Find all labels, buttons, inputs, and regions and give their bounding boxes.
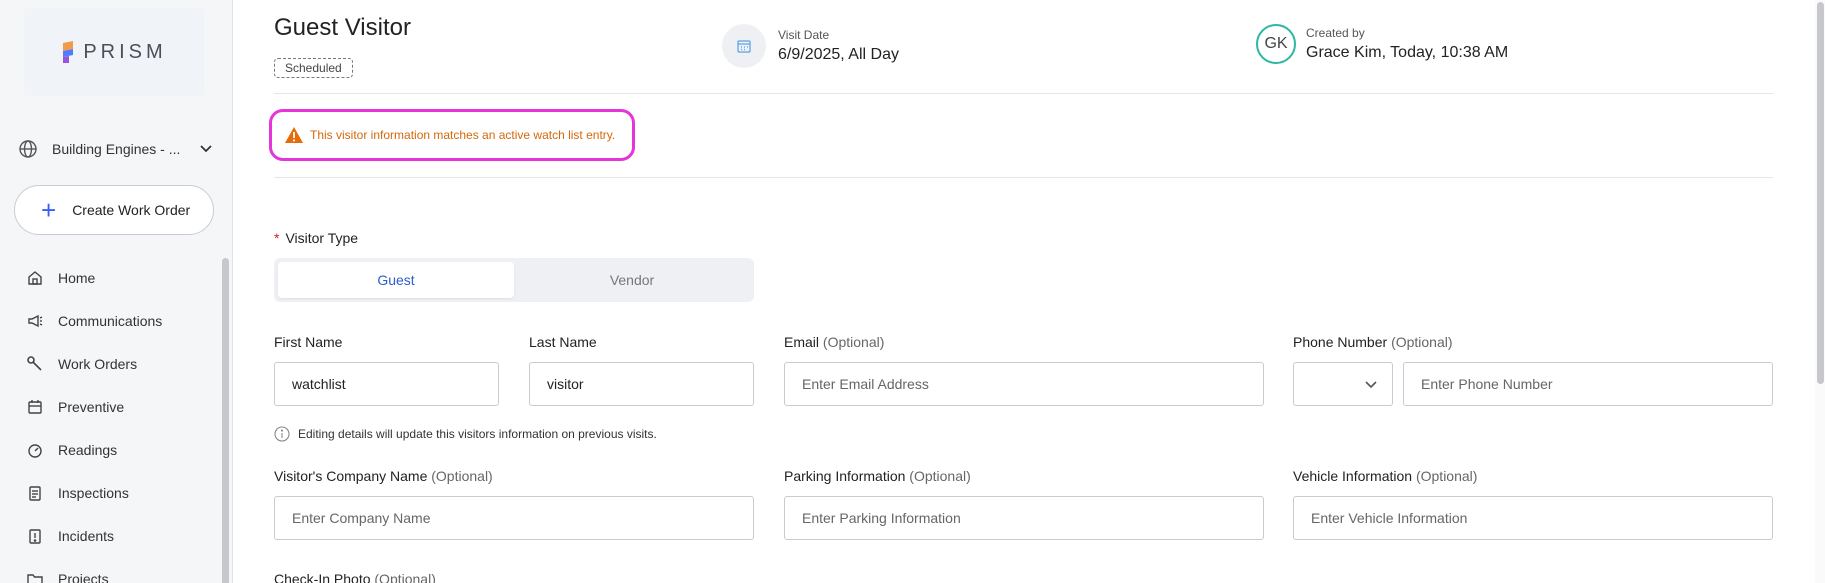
edit-hint: Editing details will update this visitor… (274, 426, 657, 442)
sidebar-scrollbar-thumb[interactable] (222, 258, 229, 583)
sidebar: PRISM Building Engines - ... + Create Wo… (0, 0, 233, 583)
header-divider (274, 93, 1773, 94)
phone-label: Phone Number (Optional) (1293, 334, 1453, 350)
globe-icon (19, 140, 37, 158)
parking-label: Parking Information (Optional) (784, 468, 971, 484)
created-by-text: Created by Grace Kim, Today, 10:38 AM (1306, 26, 1508, 62)
wrench-icon (27, 355, 42, 371)
visit-date-icon-wrap (722, 24, 766, 68)
company-optional: (Optional) (431, 468, 493, 484)
email-input[interactable] (784, 362, 1264, 406)
avatar: GK (1256, 24, 1296, 64)
clipboard-icon (29, 485, 41, 501)
company-input[interactable] (274, 496, 754, 540)
sidebar-nav: Home Communications Work Orders Preventi… (0, 256, 222, 583)
home-icon (28, 270, 42, 285)
plus-icon: + (41, 195, 57, 225)
folder-icon (27, 573, 43, 583)
email-label: Email (Optional) (784, 334, 884, 350)
required-marker: * (274, 230, 280, 246)
phone-optional: (Optional) (1391, 334, 1453, 350)
created-by-info: GK Created by Grace Kim, Today, 10:38 AM (1256, 24, 1508, 64)
chevron-down-icon (1365, 381, 1377, 389)
visitor-type-label-text: Visitor Type (285, 230, 359, 246)
prism-logo-icon (63, 41, 74, 63)
logo-text: PRISM (83, 40, 167, 63)
check-in-photo-label: Check-In Photo (Optional) (274, 571, 436, 583)
app-root: PRISM Building Engines - ... + Create Wo… (0, 0, 1825, 583)
sidebar-item-label: Projects (58, 570, 109, 583)
sidebar-item-label: Home (58, 269, 96, 286)
photo-label-text: Check-In Photo (274, 571, 371, 583)
sidebar-item-label: Inspections (58, 484, 129, 501)
visitor-type-guest[interactable]: Guest (278, 262, 514, 298)
visitor-type-toggle: Guest Vendor (274, 258, 754, 302)
photo-optional: (Optional) (374, 571, 436, 583)
gauge-icon (28, 443, 42, 458)
alert-text: This visitor information matches an acti… (310, 128, 616, 142)
parking-input[interactable] (784, 496, 1264, 540)
sidebar-item-label: Preventive (58, 398, 125, 415)
first-name-label: First Name (274, 334, 343, 350)
status-badge: Scheduled (274, 58, 353, 78)
sidebar-item-home[interactable]: Home (0, 256, 222, 299)
sidebar-item-communications[interactable]: Communications (0, 299, 222, 342)
last-name-label: Last Name (529, 334, 597, 350)
company-label-text: Visitor's Company Name (274, 468, 428, 484)
warning-icon (285, 127, 303, 143)
building-label: Building Engines - ... (52, 141, 181, 157)
create-work-order-button[interactable]: + Create Work Order (14, 185, 214, 235)
edit-hint-text: Editing details will update this visitor… (298, 427, 657, 441)
create-work-order-label: Create Work Order (72, 202, 191, 218)
visit-date-label: Visit Date (778, 28, 830, 42)
sidebar-item-label: Communications (58, 312, 163, 329)
alert-divider (274, 177, 1773, 178)
vehicle-label-text: Vehicle Information (1293, 468, 1413, 484)
vehicle-label: Vehicle Information (Optional) (1293, 468, 1477, 484)
phone-label-text: Phone Number (1293, 334, 1388, 350)
page-title: Guest Visitor (274, 14, 411, 41)
main-content: Guest Visitor Scheduled Visit Date 6/9/2… (234, 0, 1809, 583)
watchlist-alert: This visitor information matches an acti… (269, 109, 635, 161)
sidebar-item-readings[interactable]: Readings (0, 428, 222, 471)
megaphone-icon (28, 314, 43, 327)
building-selector[interactable]: Building Engines - ... (18, 136, 213, 162)
created-by-value: Grace Kim, Today, 10:38 AM (1306, 44, 1509, 61)
first-name-input[interactable] (274, 362, 499, 406)
company-label: Visitor's Company Name (Optional) (274, 468, 493, 484)
vehicle-input[interactable] (1293, 496, 1773, 540)
sidebar-item-work-orders[interactable]: Work Orders (0, 342, 222, 385)
email-label-text: Email (784, 334, 820, 350)
alert-note-icon (29, 528, 41, 544)
sidebar-item-projects[interactable]: Projects (0, 557, 222, 583)
visit-date-text: Visit Date 6/9/2025, All Day (778, 28, 899, 64)
parking-label-text: Parking Information (784, 468, 906, 484)
sidebar-item-incidents[interactable]: Incidents (0, 514, 222, 557)
sidebar-item-label: Incidents (58, 527, 115, 544)
sidebar-item-preventive[interactable]: Preventive (0, 385, 222, 428)
visit-date-value: 6/9/2025, All Day (778, 46, 899, 63)
visitor-type-label: * Visitor Type (274, 230, 358, 246)
chevron-down-icon (200, 145, 212, 153)
visitor-type-vendor[interactable]: Vendor (514, 262, 750, 298)
vehicle-optional: (Optional) (1415, 468, 1478, 484)
logo[interactable]: PRISM (24, 8, 204, 96)
sidebar-item-label: Work Orders (58, 355, 138, 372)
visit-date-info: Visit Date 6/9/2025, All Day (722, 24, 899, 68)
info-icon (274, 426, 290, 442)
created-by-label: Created by (1306, 26, 1365, 40)
calendar-icon (737, 40, 751, 53)
parking-optional: (Optional) (909, 468, 971, 484)
sidebar-item-label: Readings (58, 441, 118, 458)
main-scrollbar-thumb[interactable] (1817, 2, 1824, 384)
sidebar-item-inspections[interactable]: Inspections (0, 471, 222, 514)
country-code-select[interactable] (1293, 362, 1393, 406)
last-name-input[interactable] (529, 362, 754, 406)
email-optional: (Optional) (822, 334, 885, 350)
calendar-icon (28, 399, 42, 414)
phone-input[interactable] (1403, 362, 1773, 406)
